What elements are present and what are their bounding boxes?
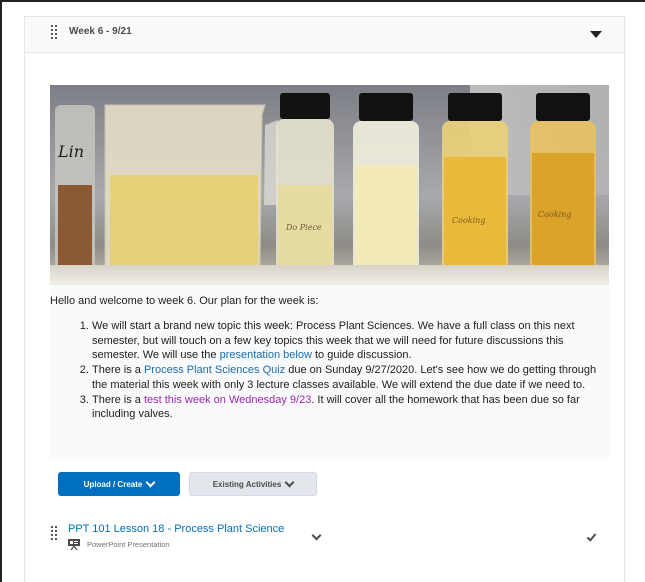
- upload-create-button[interactable]: Upload / Create: [58, 472, 180, 496]
- drag-handle-icon[interactable]: [51, 526, 59, 540]
- module-title[interactable]: Week 6 - 9/21: [69, 26, 132, 37]
- chevron-down-icon: [145, 477, 156, 487]
- week-module: Week 6 - 9/21 Lin Do Piece Cooking Cooki…: [24, 16, 625, 582]
- bottle-label-1: Lin: [57, 142, 84, 161]
- weekly-plan-list: We will start a brand new topic this wee…: [50, 319, 605, 422]
- chevron-down-icon: [284, 477, 295, 487]
- hero-image: Lin Do Piece Cooking Cooking: [50, 85, 609, 285]
- list-item: There is a test this week on Wednesday 9…: [92, 393, 605, 422]
- presentation-icon: [68, 539, 80, 550]
- bottle-label-4: Cooking: [538, 210, 571, 219]
- bottle-label-3: Cooking: [452, 216, 485, 225]
- drag-handle-icon[interactable]: [51, 25, 59, 39]
- intro-text: Hello and welcome to week 6. Our plan fo…: [50, 295, 319, 307]
- collapse-caret-icon[interactable]: [590, 31, 602, 38]
- quiz-link[interactable]: Process Plant Sciences Quiz: [144, 364, 285, 376]
- presentation-link[interactable]: presentation below: [220, 349, 312, 361]
- list-item: There is a Process Plant Sciences Quiz d…: [92, 363, 605, 392]
- lab-glassware-illustration: Lin Do Piece Cooking Cooking: [55, 93, 596, 278]
- bottle-label-2: Do Piece: [285, 223, 322, 232]
- test-link[interactable]: test this week on Wednesday 9/23: [144, 394, 311, 406]
- module-header[interactable]: Week 6 - 9/21: [25, 17, 624, 53]
- list-item: We will start a brand new topic this wee…: [92, 319, 605, 363]
- activity-menu-chevron-icon[interactable]: [311, 530, 322, 541]
- activity-title-link[interactable]: PPT 101 Lesson 18 - Process Plant Scienc…: [68, 523, 284, 535]
- existing-activities-button[interactable]: Existing Activities: [189, 472, 317, 496]
- activity-type-label: PowerPoint Presentation: [87, 540, 170, 549]
- activity-item: PPT 101 Lesson 18 - Process Plant Scienc…: [25, 515, 624, 565]
- module-description: Lin Do Piece Cooking Cooking Hello and w…: [50, 85, 609, 459]
- completed-check-icon[interactable]: [586, 531, 597, 542]
